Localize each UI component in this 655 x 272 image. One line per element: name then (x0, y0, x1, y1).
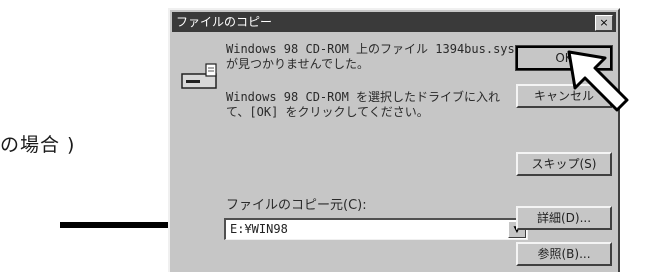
copy-from-value[interactable]: E:¥WIN98 (230, 222, 288, 236)
caption-text: の場合 ) (0, 134, 76, 156)
dialog-title: ファイルのコピー (176, 15, 273, 29)
details-button[interactable]: 詳細(D)... (516, 206, 612, 230)
browse-button[interactable]: 参照(B)... (516, 242, 612, 266)
close-button[interactable]: × (595, 15, 613, 31)
skip-button[interactable]: スキップ(S) (516, 152, 612, 176)
dialog-titlebar[interactable]: ファイルのコピー × (172, 12, 616, 32)
insert-cd-message: Windows 98 CD-ROM を選択したドライブに入れて、[OK] をクリ… (226, 90, 501, 119)
copy-from-combobox[interactable]: E:¥WIN98 ▼ (224, 218, 528, 240)
missing-file-message: Windows 98 CD-ROM 上のファイル 1394bus.sys が見つ… (226, 42, 515, 71)
cursor-arrow-icon (567, 50, 629, 112)
copy-from-label: ファイルのコピー元(C): (226, 198, 367, 213)
drive-icon (181, 63, 217, 89)
file-copy-dialog: ファイルのコピー × Windows 98 CD-ROM 上のファイル 1394… (168, 8, 629, 272)
